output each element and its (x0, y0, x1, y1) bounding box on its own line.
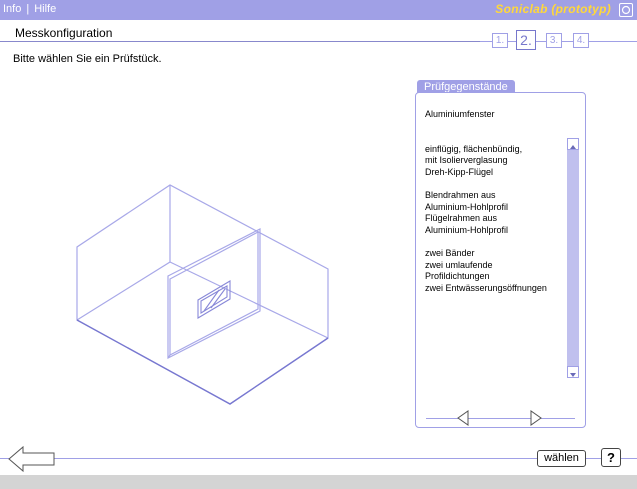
step-1[interactable]: 1. (492, 33, 508, 48)
back-arrow-button[interactable] (7, 445, 57, 473)
window-icon (197, 280, 231, 319)
info-circle-icon[interactable] (619, 3, 633, 17)
panel-paragraph-type: einflügig, flächenbündig, mit Isolierver… (425, 143, 523, 177)
help-link[interactable]: Hilfe (34, 3, 56, 15)
arrow-left-icon[interactable] (456, 409, 470, 427)
triangle-down-icon (570, 373, 576, 377)
info-link[interactable]: Info (3, 3, 21, 15)
help-button[interactable]: ? (601, 448, 621, 467)
choose-button[interactable]: wählen (537, 450, 586, 467)
footer-bar: wählen ? (0, 445, 637, 475)
instruction-text: Bitte wählen Sie ein Prüfstück. (13, 53, 162, 65)
top-menu-bar: Info | Hilfe Soniclab (prototyp) (0, 0, 637, 20)
step-3[interactable]: 3. (546, 33, 562, 48)
link-separator: | (26, 3, 30, 15)
top-links: Info | Hilfe (3, 3, 56, 15)
page-title: Messkonfiguration (15, 26, 113, 40)
panel-scrollbar[interactable] (567, 138, 579, 378)
panel-nav-line (426, 418, 575, 419)
room-window-illustration (76, 184, 329, 405)
step-indicator: 1. 2. 3. 4. (480, 28, 637, 52)
brand-logo: Soniclab (prototyp) (495, 2, 611, 16)
panel-navigation (416, 409, 585, 429)
step-4[interactable]: 4. (573, 33, 589, 48)
arrow-back-icon (8, 445, 55, 473)
panel-paragraph-features: zwei Bänder zwei umlaufende Profildichtu… (425, 247, 547, 293)
panel-description: Aluminiumfenster einflügig, flächenbündi… (425, 109, 575, 306)
scroll-down-button[interactable] (567, 366, 579, 378)
scroll-up-button[interactable] (567, 138, 579, 150)
test-objects-panel: Aluminiumfenster einflügig, flächenbündi… (415, 92, 586, 428)
step-2[interactable]: 2. (516, 30, 536, 50)
panel-paragraph-frames: Blendrahmen aus Aluminium-Hohlprofil Flü… (425, 189, 509, 235)
arrow-right-icon[interactable] (529, 409, 543, 427)
panel-paragraph-title: Aluminiumfenster (425, 109, 495, 119)
status-bar (0, 475, 637, 489)
triangle-up-icon (570, 145, 576, 149)
